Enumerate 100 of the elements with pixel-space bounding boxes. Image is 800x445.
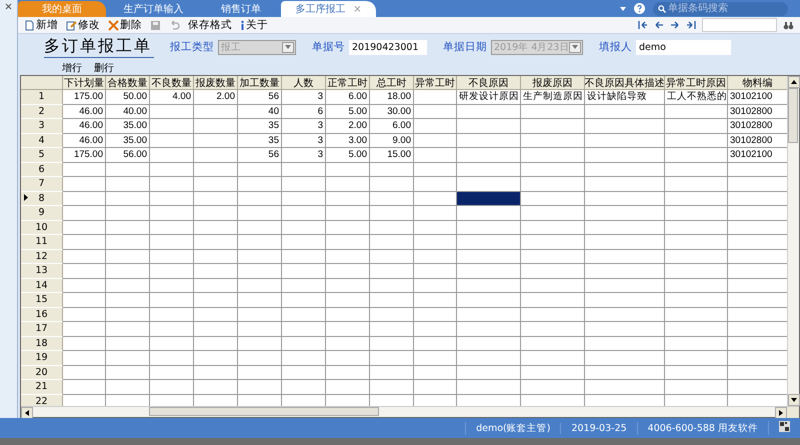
input-field[interactable]: demo [636, 40, 731, 54]
caret-icon[interactable] [620, 6, 626, 10]
row-number[interactable]: 5 [21, 148, 63, 162]
locate-field[interactable] [702, 18, 777, 32]
table-cell [457, 366, 521, 380]
column-header[interactable]: 不良原因 [457, 76, 521, 90]
table-cell [282, 366, 326, 380]
next-record-button[interactable] [670, 20, 680, 30]
table-cell [414, 235, 457, 250]
scroll-thumb[interactable] [788, 88, 798, 143]
column-header[interactable]: 人数 [282, 76, 326, 90]
table-cell [106, 192, 150, 206]
close-icon[interactable] [5, 3, 12, 10]
row-number[interactable]: 4 [21, 134, 63, 148]
row-number[interactable]: 11 [21, 235, 63, 250]
horizontal-scrollbar[interactable] [21, 406, 799, 417]
column-header[interactable]: 不良数量 [150, 76, 194, 90]
scroll-up-button[interactable] [788, 76, 800, 88]
table-cell [238, 235, 282, 250]
table-cell [238, 336, 282, 351]
column-header[interactable]: 合格数量 [106, 76, 150, 90]
table-cell [370, 293, 414, 308]
row-number[interactable]: 14 [21, 278, 63, 293]
table-cell [282, 351, 326, 366]
column-header[interactable]: 加工数量 [238, 76, 282, 90]
row-number[interactable]: 3 [21, 119, 63, 134]
column-header[interactable]: 总工时 [370, 76, 414, 90]
row-action-button[interactable]: 删行 [94, 60, 114, 74]
left-arrow-icon [25, 410, 29, 416]
table-cell [106, 322, 150, 336]
table-cell [665, 366, 728, 380]
column-header[interactable]: 下计划量 [63, 76, 106, 90]
table-cell [326, 351, 370, 366]
row-number[interactable]: 22 [21, 394, 63, 406]
table-cell [665, 162, 728, 177]
table-cell [150, 380, 194, 394]
toolbar-button[interactable]: 关于 [238, 18, 270, 32]
help-icon[interactable] [634, 3, 645, 14]
toolbar-button[interactable]: 保存格式 [186, 18, 234, 32]
binoculars-icon[interactable] [783, 20, 794, 30]
row-number[interactable]: 12 [21, 250, 63, 264]
row-number[interactable]: 18 [21, 336, 63, 351]
row-number[interactable]: 21 [21, 380, 63, 394]
scroll-left-button[interactable] [21, 407, 33, 419]
table-cell [282, 394, 326, 406]
table-cell [457, 162, 521, 177]
last-record-button[interactable] [686, 20, 696, 30]
table-cell [150, 293, 194, 308]
row-number[interactable]: 2 [21, 104, 63, 119]
table-cell [457, 380, 521, 394]
table-cell [238, 308, 282, 322]
column-header[interactable]: 报废原因 [521, 76, 585, 90]
row-number[interactable]: 1 [21, 90, 63, 104]
scroll-thumb[interactable] [149, 407, 379, 416]
row-action-button[interactable]: 增行 [62, 60, 82, 74]
table-cell: 研发设计原因 [457, 90, 521, 104]
table-cell: 6.00 [370, 119, 414, 134]
row-number[interactable]: 6 [21, 162, 63, 177]
toolbar-button[interactable]: 新增 [22, 18, 60, 32]
first-record-button[interactable] [638, 20, 648, 30]
table-cell [370, 206, 414, 220]
qr-code-icon[interactable] [779, 421, 790, 432]
row-number[interactable]: 10 [21, 220, 63, 235]
toolbar-button[interactable]: 删除 [106, 18, 144, 32]
column-header[interactable]: 异常工时原因 [665, 76, 728, 90]
prev-record-button[interactable] [654, 20, 664, 30]
table-cell [665, 380, 728, 394]
table-cell [665, 308, 728, 322]
toolbar-button[interactable]: 修改 [64, 18, 102, 32]
column-header[interactable]: 正常工时 [326, 76, 370, 90]
row-number[interactable]: 9 [21, 206, 63, 220]
scroll-right-button[interactable] [775, 407, 787, 419]
row-number[interactable]: 8 [21, 192, 63, 206]
table-cell [414, 366, 457, 380]
row-number[interactable]: 19 [21, 351, 63, 366]
column-header[interactable]: 物料编 [728, 76, 787, 90]
column-header[interactable]: 异常工时 [414, 76, 457, 90]
table-cell [728, 308, 787, 322]
scroll-down-button[interactable] [788, 394, 800, 406]
table-cell [150, 104, 194, 119]
search-field[interactable]: 单据条码搜索 [653, 2, 788, 16]
table-cell [194, 148, 238, 162]
table-cell [194, 380, 238, 394]
tab[interactable]: 多工序报工 × [281, 1, 376, 17]
table-cell [414, 104, 457, 119]
input-field[interactable]: 20190423001 [349, 40, 427, 54]
table-cell [414, 308, 457, 322]
table-cell [728, 162, 787, 177]
row-number[interactable]: 20 [21, 366, 63, 380]
vertical-scrollbar[interactable] [787, 76, 799, 406]
row-number[interactable]: 17 [21, 322, 63, 336]
row-number[interactable]: 15 [21, 293, 63, 308]
table-cell [106, 278, 150, 293]
row-number[interactable]: 13 [21, 264, 63, 278]
table-cell [238, 206, 282, 220]
column-header[interactable]: 报废数量 [194, 76, 238, 90]
row-number[interactable]: 7 [21, 177, 63, 192]
row-number[interactable]: 16 [21, 308, 63, 322]
table-cell [238, 380, 282, 394]
table-cell [521, 250, 585, 264]
